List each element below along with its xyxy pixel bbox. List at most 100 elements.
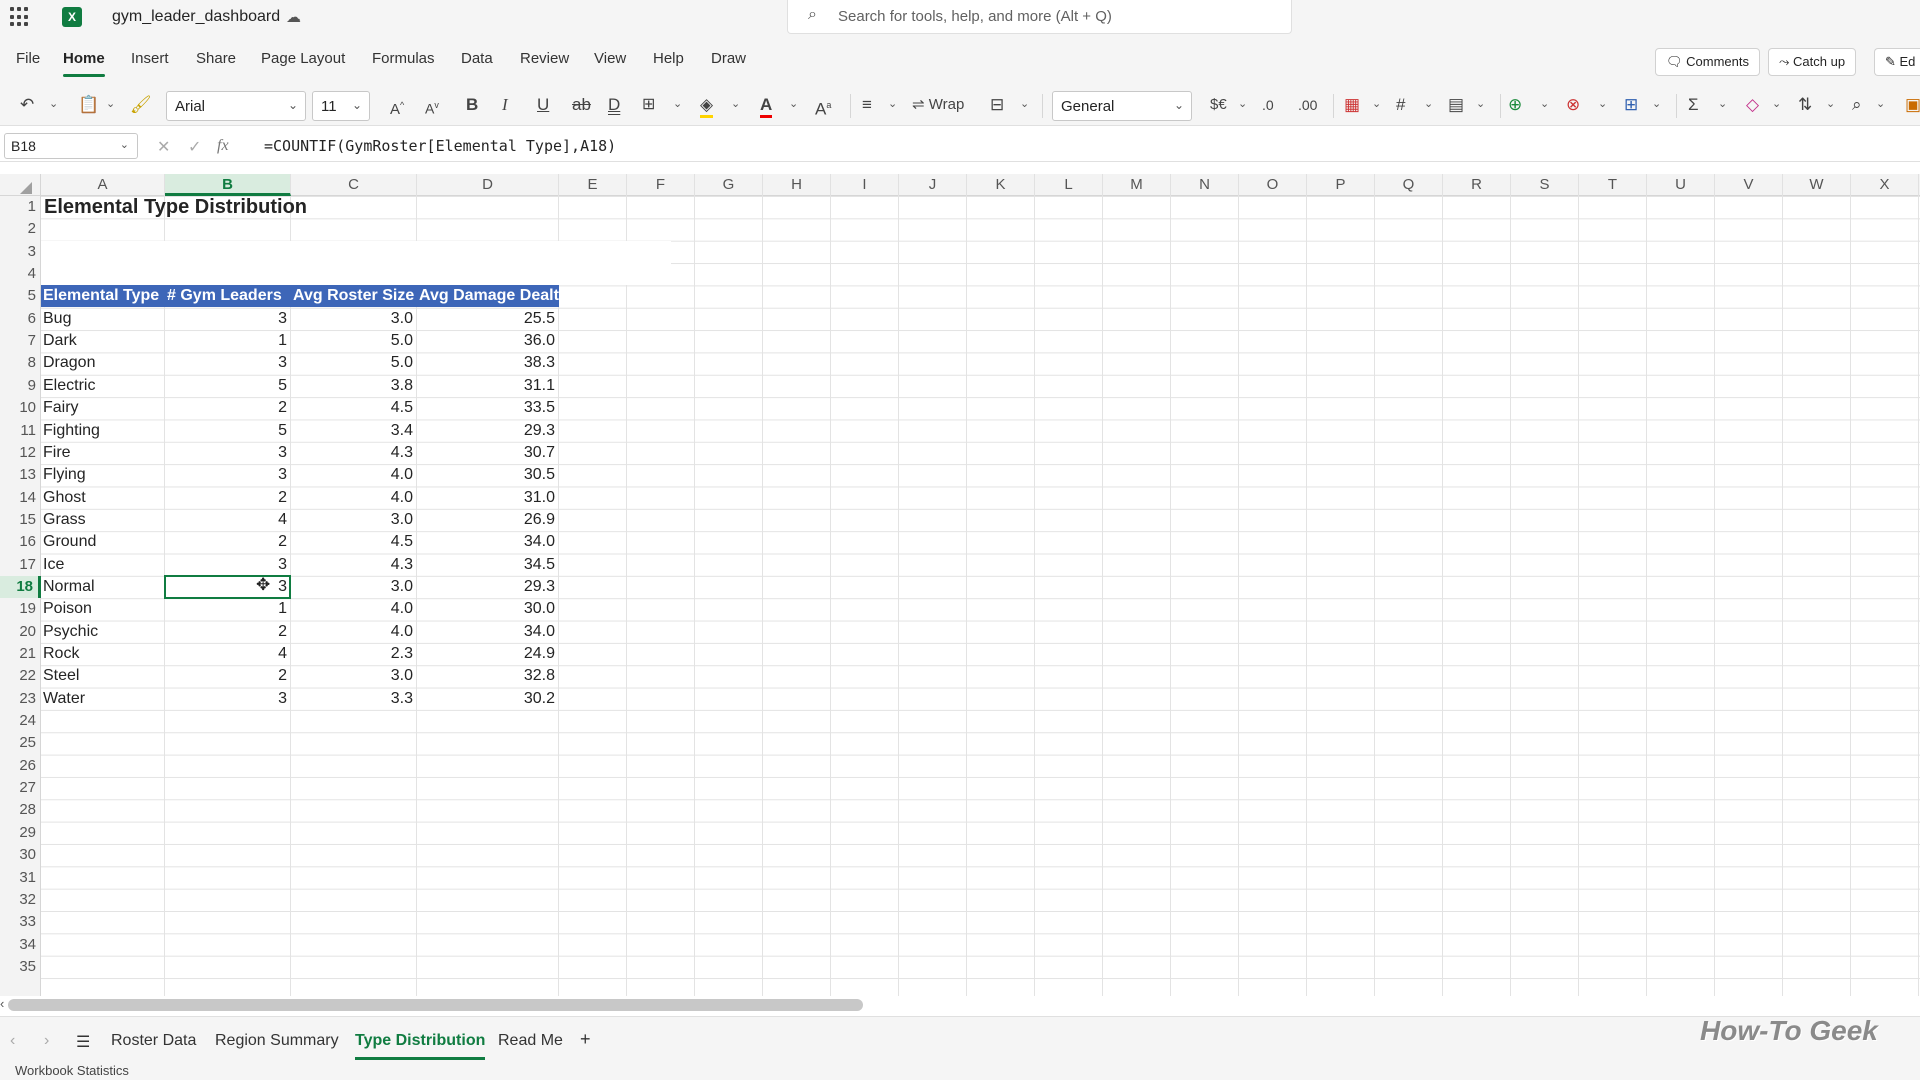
table-cell[interactable]: 31.1	[417, 375, 559, 397]
row-header[interactable]: 9	[0, 375, 41, 397]
table-cell[interactable]: 34.0	[417, 621, 559, 643]
select-all-button[interactable]	[0, 174, 41, 196]
sheet-tab-region-summary[interactable]: Region Summary	[215, 1032, 339, 1050]
currency-dropdown-icon[interactable]: ⌄	[1238, 97, 1247, 110]
undo-icon[interactable]: ↶	[20, 95, 34, 115]
strikethrough-icon[interactable]: ab	[572, 95, 591, 115]
undo-dropdown-icon[interactable]: ⌄	[49, 97, 58, 110]
table-cell[interactable]: 30.0	[417, 598, 559, 620]
fill-color-icon[interactable]: ◈	[700, 95, 714, 118]
autosum-dropdown-icon[interactable]: ⌄	[1718, 97, 1727, 110]
table-cell[interactable]: 29.3	[417, 576, 559, 598]
column-header[interactable]: C	[291, 174, 417, 196]
text-effects-icon[interactable]: Aa	[815, 95, 831, 120]
table-cell[interactable]: Normal	[41, 576, 165, 598]
table-cell[interactable]: 25.5	[417, 308, 559, 330]
find-icon[interactable]: ⌕	[1852, 95, 1862, 115]
tab-help[interactable]: Help	[653, 50, 684, 67]
table-cell[interactable]: 29.3	[417, 420, 559, 442]
sheet-title[interactable]: Elemental Type Distribution	[41, 196, 559, 218]
row-header[interactable]: 28	[0, 799, 41, 821]
row-header[interactable]: 34	[0, 934, 41, 956]
table-cell[interactable]: 3.0	[291, 509, 417, 531]
italic-icon[interactable]: I	[502, 95, 508, 115]
column-header[interactable]: F	[627, 174, 695, 196]
table-cell[interactable]: Ghost	[41, 487, 165, 509]
row-header[interactable]: 20	[0, 621, 41, 643]
enter-icon[interactable]: ✓	[188, 137, 201, 157]
table-cell[interactable]: 34.0	[417, 531, 559, 553]
spreadsheet-grid[interactable]: Elemental Type Distribution Elemental Typ…	[41, 196, 1920, 996]
table-cell[interactable]: 2	[165, 397, 291, 419]
cell-styles-icon[interactable]: ▤	[1448, 95, 1464, 115]
table-cell[interactable]: 4.5	[291, 397, 417, 419]
table-cell[interactable]: 4.0	[291, 598, 417, 620]
align-dropdown-icon[interactable]: ⌄	[888, 97, 897, 110]
tab-review[interactable]: Review	[520, 50, 569, 67]
table-cell[interactable]: 2	[165, 665, 291, 687]
tab-share[interactable]: Share	[196, 50, 236, 67]
horizontal-scrollbar[interactable]	[8, 999, 863, 1011]
table-cell[interactable]: 1	[165, 598, 291, 620]
find-dropdown-icon[interactable]: ⌄	[1876, 97, 1885, 110]
clear-icon[interactable]: ◇	[1746, 95, 1759, 115]
row-header[interactable]: 6	[0, 308, 41, 330]
autosum-icon[interactable]: Σ	[1688, 95, 1699, 115]
row-header[interactable]: 4	[0, 263, 41, 285]
table-cell[interactable]: 3.4	[291, 420, 417, 442]
row-header[interactable]: 35	[0, 956, 41, 978]
formula-input[interactable]: =COUNTIF(GymRoster[Elemental Type],A18)	[264, 137, 616, 155]
document-name[interactable]: gym_leader_dashboard	[112, 8, 280, 26]
row-header[interactable]: 21	[0, 643, 41, 665]
underline-icon[interactable]: U	[537, 95, 549, 115]
scroll-left-icon[interactable]: ‹	[0, 996, 4, 1011]
prev-sheet-icon[interactable]: ‹	[10, 1032, 15, 1050]
table-cell[interactable]: 2	[165, 621, 291, 643]
increase-decimal-icon[interactable]: .00	[1298, 95, 1317, 115]
table-cell[interactable]: Ice	[41, 554, 165, 576]
table-cell[interactable]: 3.8	[291, 375, 417, 397]
next-sheet-icon[interactable]: ›	[44, 1032, 49, 1050]
table-cell[interactable]: 33.5	[417, 397, 559, 419]
tab-file[interactable]: File	[16, 50, 40, 67]
all-sheets-icon[interactable]: ☰	[76, 1032, 90, 1052]
row-header[interactable]: 11	[0, 420, 41, 442]
delete-dropdown-icon[interactable]: ⌄	[1598, 97, 1607, 110]
table-cell[interactable]: Ground	[41, 531, 165, 553]
row-header[interactable]: 25	[0, 732, 41, 754]
table-cell[interactable]: Psychic	[41, 621, 165, 643]
column-header[interactable]: W	[1783, 174, 1851, 196]
column-header[interactable]: I	[831, 174, 899, 196]
sort-filter-icon[interactable]: ⇅	[1798, 95, 1812, 115]
row-header[interactable]: 5	[0, 285, 41, 307]
function-icon[interactable]: fx	[217, 137, 229, 155]
insert-cells-icon[interactable]: ⊕	[1508, 95, 1522, 115]
column-header[interactable]: J	[899, 174, 967, 196]
row-header[interactable]: 8	[0, 352, 41, 374]
column-header[interactable]: B	[165, 174, 291, 196]
table-cell[interactable]: Dark	[41, 330, 165, 352]
format-table-icon[interactable]: #	[1396, 95, 1405, 115]
table-cell[interactable]: Poison	[41, 598, 165, 620]
row-header[interactable]: 33	[0, 911, 41, 933]
app-launcher-icon[interactable]	[10, 7, 30, 27]
table-cell[interactable]: 3	[165, 688, 291, 710]
table-header-cell[interactable]: Avg Damage Dealt	[417, 285, 559, 308]
selected-cell-outline[interactable]: ✥	[164, 574, 291, 600]
table-cell[interactable]: 26.9	[417, 509, 559, 531]
table-cell[interactable]: Flying	[41, 464, 165, 486]
table-cell[interactable]: 3	[165, 442, 291, 464]
double-underline-icon[interactable]: D	[608, 95, 620, 115]
conditional-format-icon[interactable]: ▦	[1344, 95, 1360, 115]
table-cell[interactable]: Dragon	[41, 352, 165, 374]
table-cell[interactable]: 4.0	[291, 487, 417, 509]
column-header[interactable]: P	[1307, 174, 1375, 196]
font-color-dropdown-icon[interactable]: ⌄	[789, 97, 798, 110]
row-header[interactable]: 30	[0, 844, 41, 866]
format-painter-icon[interactable]: 🖌	[130, 95, 152, 115]
tab-data[interactable]: Data	[461, 50, 493, 67]
row-header[interactable]: 29	[0, 822, 41, 844]
column-header[interactable]: A	[41, 174, 165, 196]
column-header[interactable]: V	[1715, 174, 1783, 196]
fill-color-dropdown-icon[interactable]: ⌄	[731, 97, 740, 110]
